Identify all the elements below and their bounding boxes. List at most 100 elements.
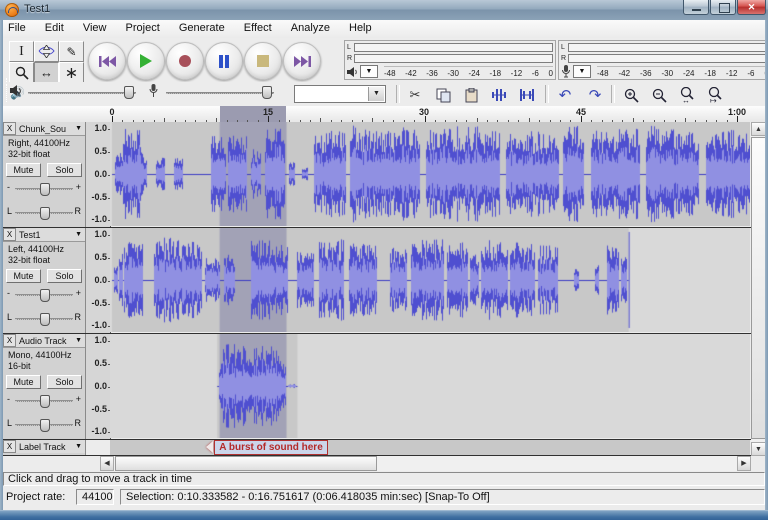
- timeline-ruler-scale[interactable]: 0 15 30 45 1:00: [110, 106, 751, 122]
- draw-tool-button[interactable]: ✎: [59, 41, 84, 62]
- undo-button[interactable]: ↶: [551, 84, 579, 106]
- menu-project[interactable]: Project: [118, 20, 168, 34]
- gain-thumb[interactable]: [40, 289, 50, 302]
- label-text-box[interactable]: A burst of sound here: [214, 440, 328, 455]
- solo-button[interactable]: Solo: [47, 163, 82, 177]
- output-volume-thumb[interactable]: [124, 86, 134, 99]
- track-control-panel: X Test1 ▼ Left, 44100Hz 32-bit float Mut…: [3, 228, 86, 333]
- menu-view[interactable]: View: [75, 20, 115, 34]
- paste-button[interactable]: [457, 84, 485, 106]
- mute-button[interactable]: Mute: [6, 375, 41, 389]
- envelope-icon: [38, 45, 55, 58]
- project-rate-value: 44100: [76, 489, 114, 505]
- pan-slider[interactable]: L R: [5, 206, 83, 218]
- track-format-info: 16-bit: [8, 361, 31, 371]
- pause-button[interactable]: [205, 42, 243, 80]
- maximize-button[interactable]: [710, 0, 736, 15]
- fit-project-button[interactable]: ↦: [701, 84, 729, 106]
- meter-dropdown-button[interactable]: ▼: [360, 65, 378, 78]
- pan-thumb[interactable]: [40, 207, 50, 220]
- trim-icon: [491, 88, 507, 102]
- track-close-button[interactable]: X: [3, 122, 16, 135]
- multi-tool-button[interactable]: ∗: [59, 62, 84, 83]
- input-volume-slider[interactable]: [166, 90, 274, 96]
- input-source-dropdown[interactable]: ▼: [294, 85, 386, 103]
- pan-thumb[interactable]: [40, 313, 50, 326]
- scroll-up-arrow[interactable]: ▲: [751, 122, 766, 136]
- stop-button[interactable]: [244, 42, 282, 80]
- pan-slider[interactable]: L R: [5, 418, 83, 430]
- menu-help[interactable]: Help: [341, 20, 380, 34]
- track-title-menu[interactable]: Chunk_Sou ▼: [16, 122, 85, 135]
- solo-button[interactable]: Solo: [47, 375, 82, 389]
- track-close-button[interactable]: X: [3, 334, 16, 347]
- gain-thumb[interactable]: [40, 395, 50, 408]
- vertical-scrollbar[interactable]: ▲ ▼: [751, 122, 766, 456]
- title-bar[interactable]: Test1 ✕: [0, 0, 768, 21]
- recording-meter-bar-left: [568, 43, 768, 52]
- pencil-icon: ✎: [66, 45, 76, 59]
- cut-button[interactable]: ✂: [401, 84, 429, 106]
- gain-slider[interactable]: - +: [5, 394, 83, 406]
- skip-to-end-button[interactable]: [283, 42, 321, 80]
- pan-thumb[interactable]: [40, 419, 50, 432]
- scroll-left-arrow[interactable]: ◀: [100, 456, 114, 471]
- undo-icon: ↶: [559, 86, 572, 104]
- skip-to-start-button[interactable]: [88, 42, 126, 80]
- audio-track-2: X Test1 ▼ Left, 44100Hz 32-bit float Mut…: [0, 228, 768, 334]
- copy-icon: [436, 88, 451, 103]
- zoom-in-button[interactable]: [617, 84, 645, 106]
- solo-button[interactable]: Solo: [47, 269, 82, 283]
- scroll-down-arrow[interactable]: ▼: [751, 442, 766, 456]
- redo-button[interactable]: ↷: [581, 84, 609, 106]
- scroll-right-arrow[interactable]: ▶: [737, 456, 751, 471]
- trim-outside-selection-button[interactable]: [485, 84, 513, 106]
- output-volume-slider[interactable]: [28, 90, 136, 96]
- waveform-display[interactable]: [110, 228, 750, 332]
- track-format-info: 32-bit float: [8, 149, 50, 159]
- horizontal-scroll-thumb[interactable]: [115, 456, 377, 471]
- zoom-out-button[interactable]: [645, 84, 673, 106]
- playback-meter[interactable]: L R ▼ -48-42-36-30-24-18-12-60: [344, 40, 556, 80]
- horizontal-scrollbar[interactable]: ◀ ▶: [100, 456, 751, 471]
- minimize-button[interactable]: [683, 0, 709, 15]
- mute-button[interactable]: Mute: [6, 269, 41, 283]
- selection-tool-button[interactable]: I: [9, 41, 34, 62]
- menu-analyze[interactable]: Analyze: [283, 20, 338, 34]
- recording-meter[interactable]: L R ▼ -48-42-36-30-24-18-12-60: [558, 40, 768, 80]
- meter-dropdown-button[interactable]: ▼: [573, 65, 591, 78]
- gain-slider[interactable]: - +: [5, 288, 83, 300]
- zoom-tool-button[interactable]: [9, 62, 34, 83]
- timeshift-tool-button[interactable]: ↔: [34, 62, 59, 83]
- close-button[interactable]: ✕: [737, 0, 766, 15]
- label-flag-icon[interactable]: [206, 441, 213, 453]
- silence-selection-button[interactable]: [513, 84, 541, 106]
- copy-button[interactable]: [429, 84, 457, 106]
- waveform-display[interactable]: [110, 334, 750, 438]
- menu-file[interactable]: File: [0, 20, 34, 34]
- gain-slider[interactable]: - +: [5, 182, 83, 194]
- pan-slider[interactable]: L R: [5, 312, 83, 324]
- gain-thumb[interactable]: [40, 183, 50, 196]
- menu-generate[interactable]: Generate: [171, 20, 233, 34]
- pan-right-label: R: [75, 206, 82, 216]
- microphone-icon: [148, 84, 159, 101]
- menu-effect[interactable]: Effect: [236, 20, 280, 34]
- waveform-display[interactable]: [110, 122, 750, 226]
- track-title-menu[interactable]: Audio Track ▼: [16, 334, 85, 347]
- vertical-scroll-thumb[interactable]: [751, 137, 766, 439]
- track-title-menu[interactable]: Label Track ▼: [16, 440, 85, 453]
- menu-edit[interactable]: Edit: [37, 20, 72, 34]
- input-volume-thumb[interactable]: [262, 86, 272, 99]
- envelope-tool-button[interactable]: [34, 41, 59, 62]
- track-title-menu[interactable]: Test1 ▼: [16, 228, 85, 241]
- track-close-button[interactable]: X: [3, 440, 16, 453]
- record-button[interactable]: [166, 42, 204, 80]
- track-close-button[interactable]: X: [3, 228, 16, 241]
- pan-left-label: L: [7, 312, 12, 322]
- mute-button[interactable]: Mute: [6, 163, 41, 177]
- gain-max-label: +: [76, 182, 81, 192]
- play-button[interactable]: [127, 42, 165, 80]
- fit-selection-button[interactable]: ↔: [673, 84, 701, 106]
- label-track-content[interactable]: A burst of sound here: [110, 440, 750, 455]
